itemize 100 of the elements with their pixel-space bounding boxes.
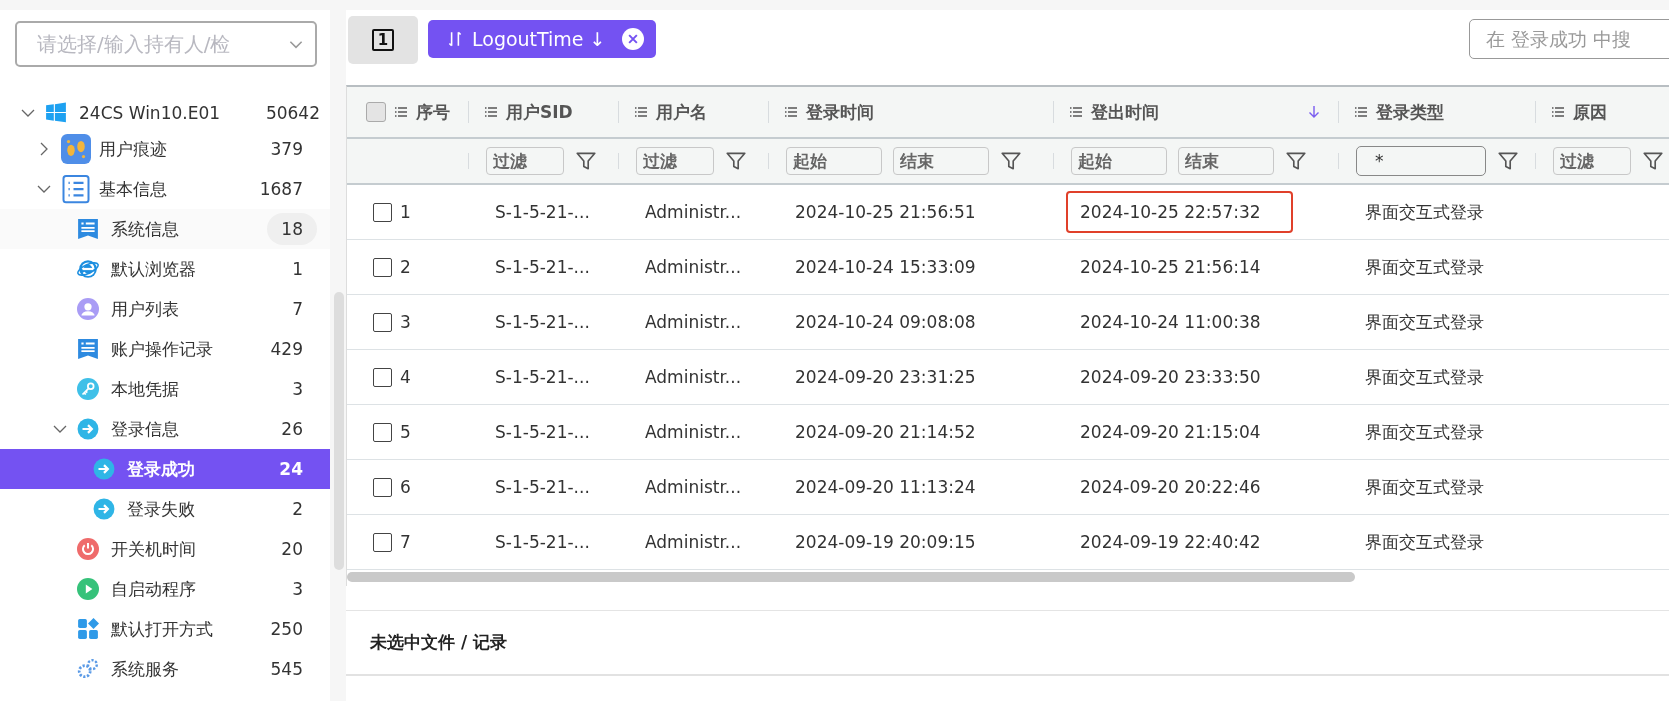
- apps-icon: [77, 618, 99, 640]
- table-cell: 2024-09-20 11:13:24: [795, 477, 976, 497]
- type-select[interactable]: *: [1356, 146, 1486, 176]
- list-icon: [784, 105, 798, 119]
- table-cell: 界面交互式登录: [1365, 420, 1484, 444]
- tree-item[interactable]: 登录信息 26: [0, 409, 330, 449]
- filter-icon[interactable]: [575, 150, 597, 172]
- tree-item[interactable]: 默认打开方式 250: [0, 609, 330, 649]
- tree-item[interactable]: 系统服务 545: [0, 649, 330, 689]
- tree-item[interactable]: 用户痕迹 379: [0, 129, 330, 169]
- table-cell: 2024-09-20 21:15:04: [1080, 422, 1261, 442]
- filter-icon[interactable]: [725, 150, 747, 172]
- user-icon: [77, 298, 99, 320]
- power-icon: [77, 538, 99, 560]
- tree-item[interactable]: 默认浏览器 1: [0, 249, 330, 289]
- table-cell: S-1-5-21-...: [495, 257, 590, 277]
- column-header[interactable]: 序号: [416, 100, 451, 124]
- table-cell: 4: [400, 367, 411, 387]
- tree-item[interactable]: 登录失败 2: [0, 489, 330, 529]
- tree-item[interactable]: 基本信息 1687: [0, 169, 330, 209]
- table-cell: 2024-10-24 15:33:09: [795, 257, 976, 277]
- tree-item[interactable]: 账户操作记录 429: [0, 329, 330, 369]
- column-header[interactable]: 用户名: [656, 100, 751, 124]
- table-cell: 界面交互式登录: [1365, 365, 1484, 389]
- table-cell: 2024-09-20 21:14:52: [795, 422, 976, 442]
- checkbox[interactable]: [373, 257, 392, 277]
- tree-item[interactable]: 系统信息 18: [0, 209, 330, 249]
- tree-item[interactable]: 用户列表 7: [0, 289, 330, 329]
- column-header[interactable]: 用户SID: [506, 100, 601, 124]
- column-header[interactable]: 登录时间: [806, 100, 1036, 124]
- table-cell: 界面交互式登录: [1365, 255, 1484, 279]
- document-icon: [77, 338, 99, 360]
- checkbox[interactable]: [373, 312, 392, 332]
- close-icon[interactable]: [621, 28, 644, 50]
- filter-icon[interactable]: [1285, 150, 1307, 172]
- filter-field[interactable]: 过滤: [636, 147, 714, 175]
- tree-item[interactable]: 自启动程序 3: [0, 569, 330, 609]
- login-icon: [93, 458, 115, 480]
- list-icon: [394, 105, 408, 119]
- tree-item[interactable]: 24CS Win10.E01 50642: [0, 97, 330, 129]
- table-cell: 3: [400, 312, 411, 332]
- start-field[interactable]: 起始: [786, 147, 882, 175]
- tree-item[interactable]: 开关机时间 20: [0, 529, 330, 569]
- list-icon: [61, 174, 91, 204]
- checkbox[interactable]: [373, 477, 392, 497]
- login-icon: [77, 418, 99, 440]
- scrollbar[interactable]: [334, 292, 344, 570]
- tree-item[interactable]: 登录成功 24: [0, 449, 330, 489]
- column-header[interactable]: 登录类型: [1376, 100, 1518, 124]
- end-field[interactable]: 结束: [1178, 147, 1274, 175]
- list-icon: [484, 105, 498, 119]
- table-cell: 2024-10-24 09:08:08: [795, 312, 976, 332]
- list-icon: [634, 105, 648, 119]
- table-cell: 2024-10-25 22:57:32: [1066, 191, 1293, 233]
- column-header[interactable]: 登出时间: [1091, 100, 1321, 124]
- key-icon: [77, 378, 99, 400]
- table-cell: Administr...: [645, 312, 742, 332]
- search-field[interactable]: 在 登录成功 中搜: [1469, 19, 1669, 59]
- start-field[interactable]: 起始: [1071, 147, 1167, 175]
- end-field[interactable]: 结束: [893, 147, 989, 175]
- table-cell: S-1-5-21-...: [495, 477, 590, 497]
- checkbox[interactable]: [373, 367, 392, 387]
- table-cell: 7: [400, 532, 411, 552]
- gear-icon: [77, 658, 99, 680]
- table-cell: 2024-09-19 22:40:42: [1080, 532, 1261, 552]
- list-icon: [1354, 105, 1368, 119]
- table-cell: S-1-5-21-...: [495, 532, 590, 552]
- filter-icon[interactable]: [1497, 150, 1519, 172]
- checkbox[interactable]: [373, 532, 392, 552]
- table-cell: Administr...: [645, 202, 742, 222]
- tree-item[interactable]: 本地凭据 3: [0, 369, 330, 409]
- table-cell: 5: [400, 422, 411, 442]
- table-cell: 1: [400, 202, 411, 222]
- page-button[interactable]: 1: [348, 16, 418, 64]
- filter-field[interactable]: 过滤: [1553, 147, 1631, 175]
- footprints-icon: [61, 134, 91, 164]
- list-icon: [1551, 105, 1565, 119]
- table-cell: 2024-10-25 21:56:51: [795, 202, 976, 222]
- filter-icon[interactable]: [1000, 150, 1022, 172]
- checkbox[interactable]: [373, 422, 392, 442]
- checkbox[interactable]: [366, 102, 386, 122]
- table-cell: 界面交互式登录: [1365, 530, 1484, 554]
- sort-tag[interactable]: LogoutTime ↓: [428, 20, 656, 58]
- table-cell: Administr...: [645, 257, 742, 277]
- table-cell: 2024-10-25 21:56:14: [1080, 257, 1261, 277]
- table-cell: 2024-10-24 11:00:38: [1080, 312, 1261, 332]
- table-cell: 2024-09-20 23:33:50: [1080, 367, 1261, 387]
- checkbox[interactable]: [373, 202, 392, 222]
- table-cell: Administr...: [645, 532, 742, 552]
- windows-icon: [45, 102, 67, 124]
- arrow-down-icon: [1307, 105, 1321, 119]
- table-cell: 2: [400, 257, 411, 277]
- filter-field[interactable]: 过滤: [486, 147, 564, 175]
- table-cell: S-1-5-21-...: [495, 422, 590, 442]
- scrollbar[interactable]: [347, 572, 1355, 582]
- browser-icon: [77, 258, 99, 280]
- table-cell: 界面交互式登录: [1365, 475, 1484, 499]
- list-icon: [1069, 105, 1083, 119]
- column-header[interactable]: 原因: [1573, 100, 1669, 124]
- filter-icon[interactable]: [1642, 150, 1664, 172]
